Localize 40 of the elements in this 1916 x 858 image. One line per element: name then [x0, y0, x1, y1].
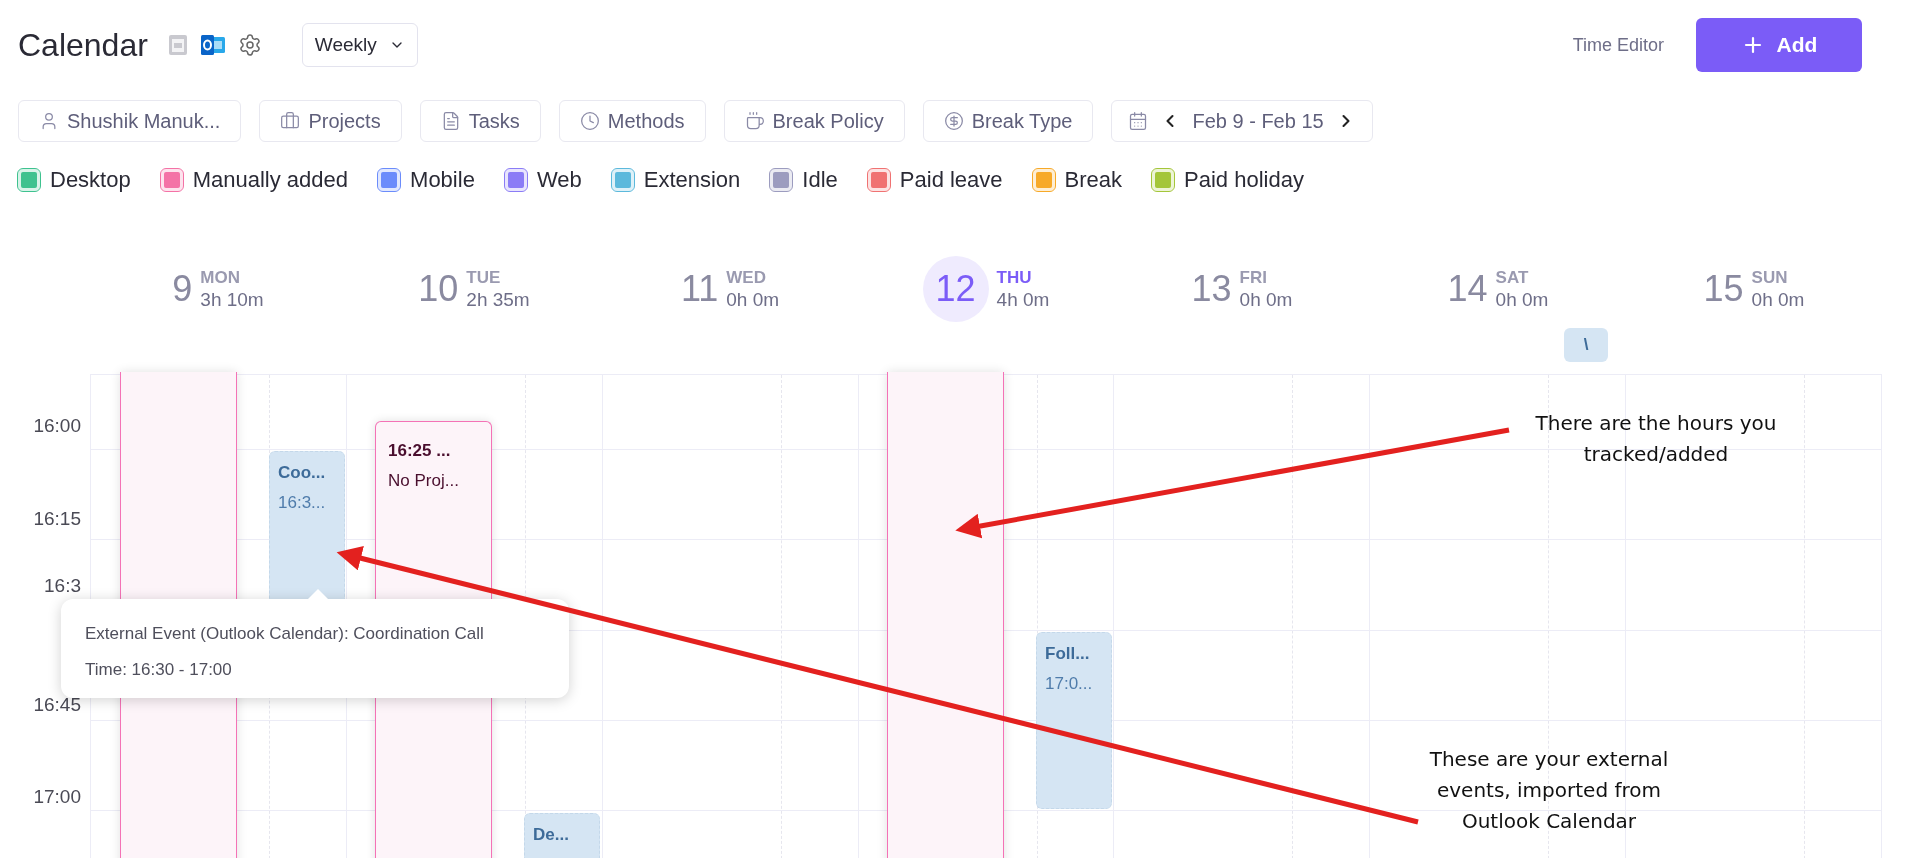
day-total: 4h 0m [996, 287, 1050, 312]
legend-label: Paid holiday [1184, 166, 1304, 194]
legend-label: Extension [643, 166, 741, 194]
weekday-label: SUN [1751, 266, 1789, 288]
weekday-label: FRI [1239, 266, 1268, 288]
legend-label: Web [536, 166, 582, 194]
page-title: Calendar [18, 26, 148, 65]
time-label: 16:00 [33, 414, 81, 438]
legend-label: Idle [802, 166, 838, 194]
event-title: De... [533, 824, 570, 846]
weekday-label: MON [200, 266, 241, 288]
event-project: No Proj... [388, 469, 460, 492]
legend-label: Desktop [50, 166, 131, 194]
day-total: 0h 0m [726, 287, 780, 312]
event-time: 17:0... [1045, 672, 1094, 695]
event-title: Foll... [1045, 643, 1091, 665]
annotation-text: There are the hours you tracked/added [1534, 410, 1778, 468]
day-total: 2h 35m [466, 287, 530, 312]
weekday-label: THU [996, 266, 1033, 288]
event-time: 16:25 ... [388, 440, 452, 462]
event-time: 16:3... [278, 491, 327, 514]
legend-label: Mobile [410, 166, 475, 194]
legend-label: Manually added [192, 166, 349, 194]
time-label: 16:3 [44, 574, 81, 598]
event-title: Coo... [278, 462, 327, 484]
date-range-text: Feb 9 - Feb 15 [1192, 109, 1324, 134]
weekday-label: SAT [1495, 266, 1530, 288]
day-total: 3h 10m [200, 287, 264, 312]
legend-label: Break [1064, 166, 1123, 194]
day-total: 0h 0m [1239, 287, 1293, 312]
day-total: 0h 0m [1495, 287, 1549, 312]
annotation-text: These are your external events, imported from Outlook Calendar [1428, 746, 1670, 835]
tooltip-text: Time: 16:30 - 17:00 [85, 658, 233, 681]
weekday-label: TUE [466, 266, 502, 288]
legend-label: Paid leave [899, 166, 1003, 194]
time-label: 17:00 [33, 785, 81, 809]
weekday-label: WED [726, 266, 767, 288]
time-label: 16:15 [33, 507, 81, 531]
time-label: 16:45 [33, 693, 81, 717]
day-total: 0h 0m [1751, 287, 1805, 312]
